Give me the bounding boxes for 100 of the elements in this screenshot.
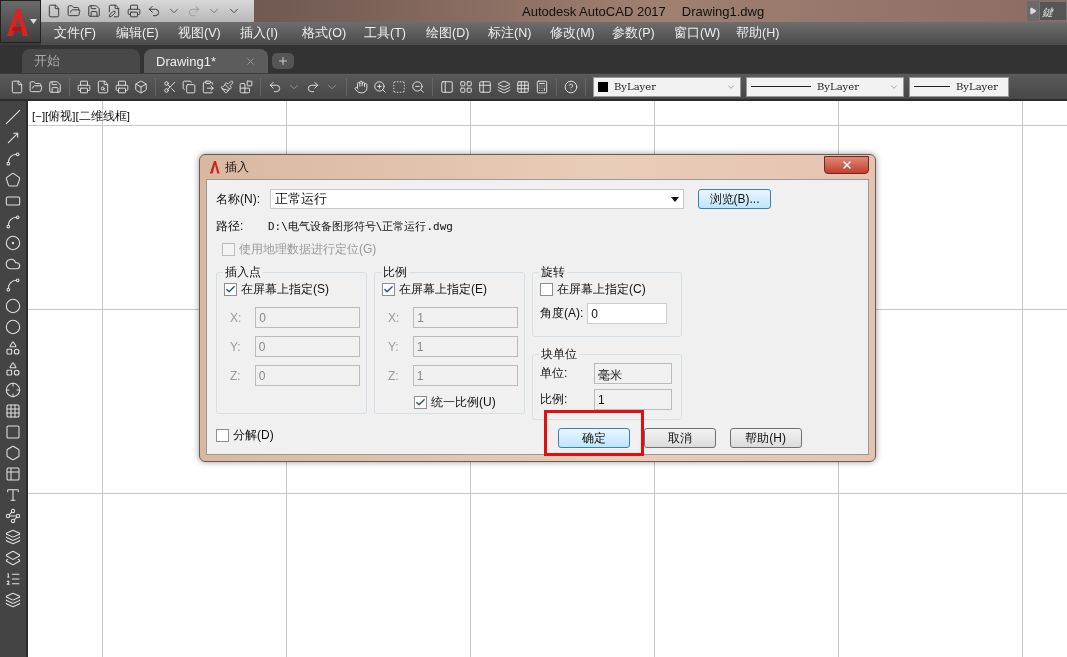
- layer-icon[interactable]: [5, 550, 21, 566]
- menu-item[interactable]: 窗口(W): [674, 25, 736, 42]
- save-as-icon[interactable]: [107, 4, 121, 18]
- menu-item[interactable]: 帮助(H): [736, 25, 798, 42]
- unit-field: 毫米: [594, 363, 672, 384]
- ok-button[interactable]: 确定: [557, 428, 630, 448]
- menu-item[interactable]: 插入(I): [240, 25, 302, 42]
- menu-item[interactable]: 绘图(D): [426, 25, 488, 42]
- brush-icon[interactable]: [220, 79, 234, 94]
- rectangle-icon[interactable]: [5, 193, 21, 209]
- checkbox-label[interactable]: 统一比例(U): [431, 394, 496, 411]
- plot-icon[interactable]: [115, 79, 129, 94]
- new-file-icon[interactable]: [47, 4, 61, 18]
- palette-icon[interactable]: [478, 79, 492, 94]
- open-folder-icon[interactable]: [67, 4, 81, 18]
- redo-icon[interactable]: [306, 79, 320, 94]
- document-tab[interactable]: Drawing1*: [144, 49, 268, 73]
- region-icon[interactable]: [5, 445, 21, 461]
- printer-icon[interactable]: [77, 79, 91, 94]
- point-icon[interactable]: [5, 382, 21, 398]
- hatch-icon[interactable]: [5, 403, 21, 419]
- browse-button[interactable]: 浏览(B)...: [698, 189, 771, 209]
- cut-icon[interactable]: [163, 79, 177, 94]
- axis-label: Z:: [230, 368, 241, 383]
- axis-label: Y:: [388, 339, 399, 354]
- swatch-icon: [598, 81, 608, 92]
- linetype-dropdown[interactable]: ByLayer: [746, 76, 904, 97]
- new-tab-button[interactable]: [272, 53, 294, 69]
- menu-item[interactable]: 参数(P): [612, 25, 674, 42]
- lineweight-dropdown[interactable]: ByLayer: [909, 76, 1009, 97]
- checkbox[interactable]: [216, 428, 229, 442]
- ellipse-icon[interactable]: [5, 298, 21, 314]
- checkbox-label[interactable]: 在屏幕上指定(E): [399, 281, 487, 298]
- table-icon[interactable]: [5, 466, 21, 482]
- save-icon[interactable]: [87, 4, 101, 18]
- hand-icon[interactable]: [354, 79, 368, 94]
- group-title: 插入点: [223, 264, 263, 281]
- layer-states-icon[interactable]: [5, 592, 21, 608]
- layers-icon[interactable]: [5, 529, 21, 545]
- application-menu-button[interactable]: [0, 0, 41, 43]
- curve-icon[interactable]: [5, 151, 21, 167]
- checkbox[interactable]: [540, 283, 553, 296]
- name-dropdown[interactable]: 正常运行: [270, 189, 684, 209]
- field-label: 角度(A):: [540, 305, 584, 322]
- menu-item[interactable]: 文件(F): [54, 25, 116, 42]
- menu-item[interactable]: 修改(M): [550, 25, 612, 42]
- line-icon[interactable]: [5, 109, 21, 125]
- checkbox[interactable]: [382, 283, 395, 296]
- line-sample-icon: [914, 86, 950, 87]
- preview-icon[interactable]: [96, 79, 110, 94]
- grid-icon[interactable]: [459, 79, 473, 94]
- help-button[interactable]: 帮助(H): [729, 428, 802, 448]
- menu-item[interactable]: 工具(T): [364, 25, 426, 42]
- search-field[interactable]: 鍵: [1039, 1, 1067, 21]
- play-icon: [1029, 7, 1037, 15]
- logo-icon: [208, 160, 221, 174]
- menu-item[interactable]: 视图(V): [178, 25, 240, 42]
- checkbox[interactable]: [224, 283, 237, 296]
- markup-icon[interactable]: [516, 79, 530, 94]
- blocks-icon[interactable]: [239, 79, 253, 94]
- open-folder-icon[interactable]: [29, 79, 43, 94]
- color-dropdown[interactable]: ByLayer: [593, 76, 741, 97]
- arrow-icon[interactable]: [5, 130, 21, 146]
- angle-field[interactable]: 0: [587, 303, 668, 324]
- cancel-button[interactable]: 取消: [643, 428, 716, 448]
- pentagon-icon[interactable]: [5, 172, 21, 188]
- stack-icon[interactable]: [497, 79, 511, 94]
- undo-icon[interactable]: [147, 4, 161, 18]
- path-icon[interactable]: [5, 508, 21, 524]
- paste-icon[interactable]: [201, 79, 215, 94]
- printer-icon[interactable]: [127, 4, 141, 18]
- axis-label: Y:: [230, 339, 241, 354]
- caret-icon: [671, 196, 679, 202]
- menu-item[interactable]: 标注(N): [488, 25, 550, 42]
- calculator-icon[interactable]: [535, 79, 549, 94]
- checkbox-label[interactable]: 在屏幕上指定(S): [241, 281, 329, 298]
- checkbox-label[interactable]: 分解(D): [233, 426, 274, 444]
- document-tab[interactable]: 开始: [22, 49, 140, 73]
- menu-item[interactable]: 格式(O): [302, 25, 364, 42]
- expand-button[interactable]: [1027, 1, 1039, 21]
- copy-icon[interactable]: [182, 79, 196, 94]
- text-icon[interactable]: [5, 487, 21, 503]
- zoom-icon[interactable]: [373, 79, 387, 94]
- zoom-out-icon[interactable]: [411, 79, 425, 94]
- list-icon[interactable]: [5, 571, 21, 587]
- properties-icon[interactable]: [440, 79, 454, 94]
- checkbox-label[interactable]: 在屏幕上指定(C): [557, 281, 646, 298]
- cloud-icon[interactable]: [5, 256, 21, 272]
- checkbox[interactable]: [414, 396, 427, 409]
- arc-icon[interactable]: [5, 214, 21, 230]
- dialog-title: 插入: [225, 158, 249, 176]
- help-icon[interactable]: [564, 79, 578, 94]
- circle-icon[interactable]: [5, 235, 21, 251]
- zoom-window-icon[interactable]: [392, 79, 406, 94]
- menu-item[interactable]: 编辑(E): [116, 25, 178, 42]
- close-button[interactable]: [824, 156, 869, 174]
- undo-icon[interactable]: [268, 79, 282, 94]
- cube-icon[interactable]: [134, 79, 148, 94]
- spline-icon[interactable]: [5, 277, 21, 293]
- viewport-label[interactable]: [−][俯视][二维线框]: [32, 109, 130, 124]
